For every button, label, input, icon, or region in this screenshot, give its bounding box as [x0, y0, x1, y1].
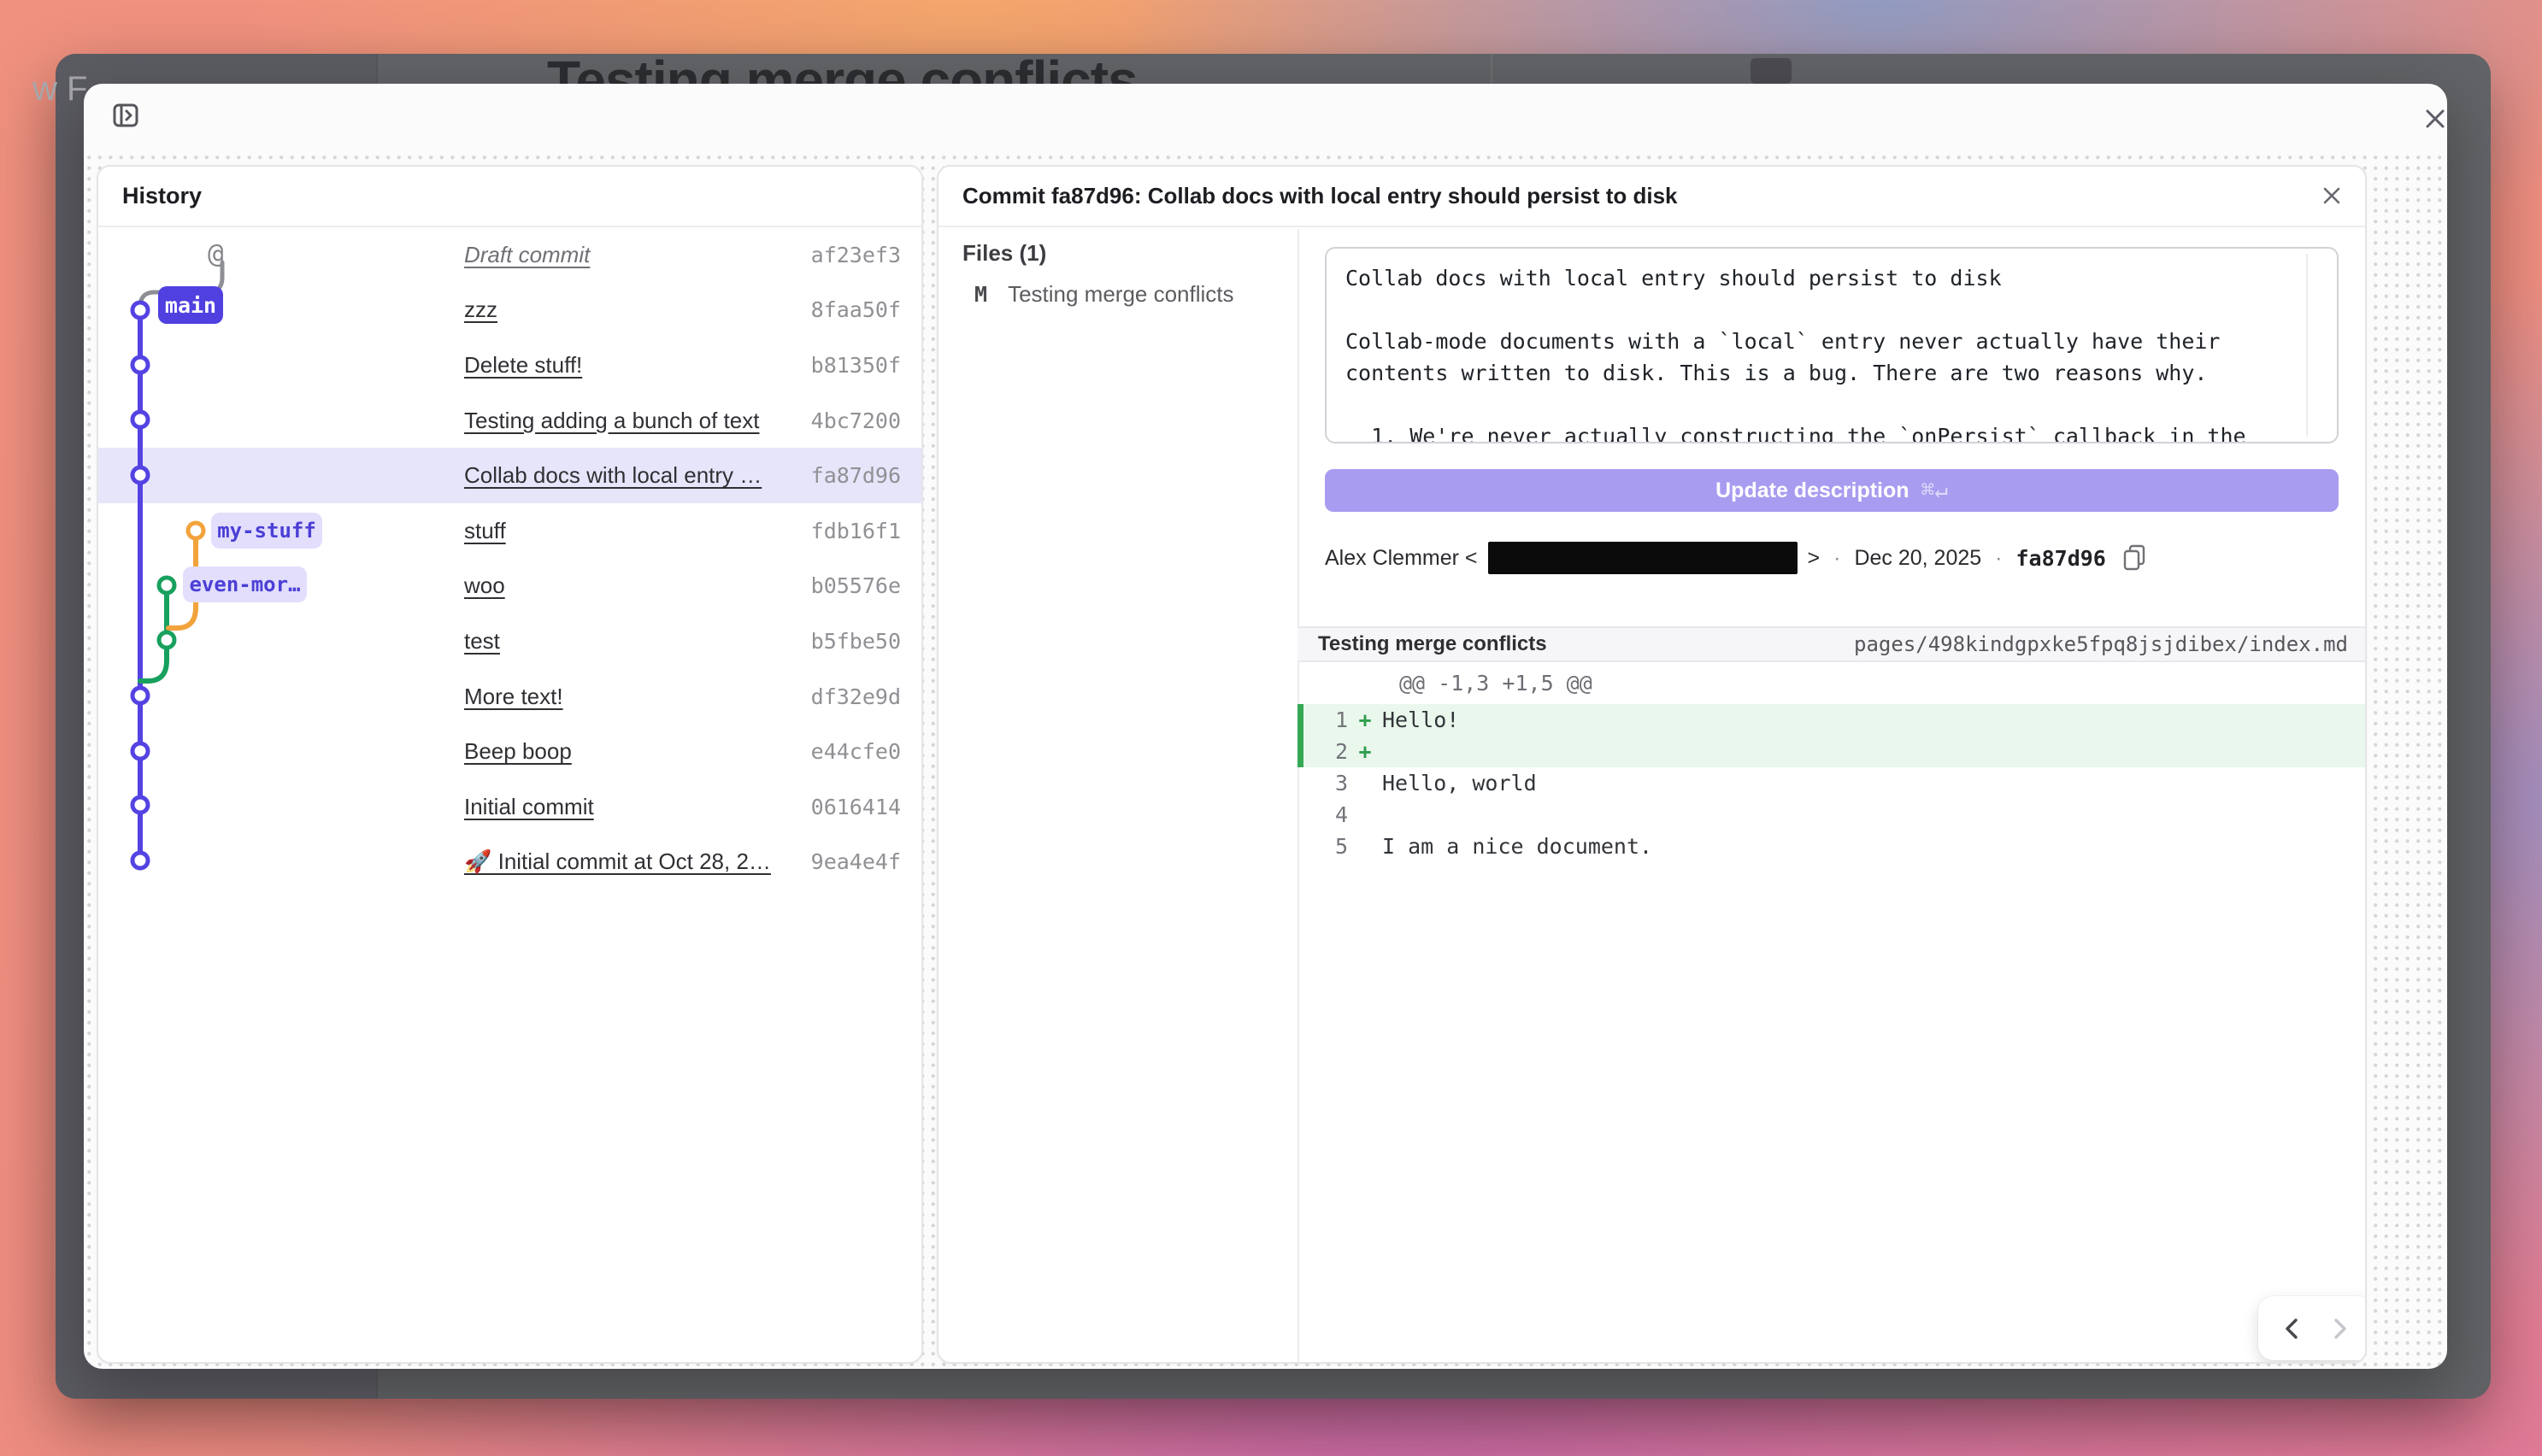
diff-line: 4: [1297, 799, 2367, 831]
line-number: 5: [1303, 834, 1348, 859]
chevron-right-icon: [2329, 1316, 2351, 1342]
commit-title-link[interactable]: Delete stuff!: [464, 352, 794, 379]
sidebar-expand-icon: [112, 102, 139, 129]
commit-hash: 8faa50f: [811, 297, 901, 322]
line-text: I am a nice document.: [1382, 834, 1652, 859]
history-modal: History Draft commit af23ef3 zzz 8faa50f…: [84, 84, 2447, 1369]
commit-row[interactable]: test b5fbe50: [98, 614, 921, 669]
diff-hunk-header: @@ -1,3 +1,5 @@: [1297, 662, 2367, 704]
commit-row-selected[interactable]: Collab docs with local entry … fa87d96: [98, 448, 921, 503]
diff-line: 3 Hello, world: [1297, 767, 2367, 799]
next-commit-button-disabled[interactable]: [2321, 1310, 2359, 1347]
commit-row[interactable]: Beep boop e44cfe0: [98, 724, 921, 779]
textarea-scrollbar[interactable]: [2306, 254, 2308, 437]
history-panel-title: History: [98, 167, 921, 227]
added-sign: +: [1348, 739, 1382, 764]
previous-commit-button[interactable]: [2273, 1310, 2310, 1347]
line-number: 4: [1303, 802, 1348, 827]
commit-hash: e44cfe0: [811, 739, 901, 764]
file-name: Testing merge conflicts: [1008, 281, 1233, 308]
app-toolbar-item: [1751, 58, 1792, 84]
commit-title-link[interactable]: Initial commit: [464, 794, 794, 820]
file-status-modified: M: [974, 282, 987, 307]
keyboard-shortcut-hint: ⌘↵: [1921, 478, 1948, 503]
commit-hash: 4bc7200: [811, 408, 901, 433]
copy-icon: [2121, 543, 2147, 572]
commit-title-link[interactable]: Draft commit: [464, 242, 794, 268]
commit-row[interactable]: Testing adding a bunch of text 4bc7200: [98, 393, 921, 449]
commit-title-link[interactable]: woo: [464, 572, 794, 599]
chevron-left-icon: [2280, 1316, 2303, 1342]
diff-line-added: 2 +: [1297, 736, 2367, 767]
commit-row[interactable]: More text! df32e9d: [98, 669, 921, 725]
detail-close-button[interactable]: [2316, 180, 2347, 211]
commit-list: Draft commit af23ef3 zzz 8faa50f Delete …: [98, 227, 921, 889]
app-toolbar-divider: [1491, 54, 1492, 88]
commit-date: Dec 20, 2025: [1854, 546, 1981, 571]
commit-title-link[interactable]: stuff: [464, 518, 794, 544]
commit-row[interactable]: Delete stuff! b81350f: [98, 338, 921, 393]
commit-hash: b81350f: [811, 353, 901, 378]
modal-close-button[interactable]: [2419, 103, 2451, 135]
line-number: 2: [1303, 739, 1348, 764]
commit-hash: 9ea4e4f: [811, 849, 901, 874]
redacted-email: [1488, 542, 1798, 574]
diff-file-path: pages/498kindgpxke5fpq8jsjdibex/index.md: [1854, 632, 2348, 656]
commit-title-link[interactable]: test: [464, 628, 794, 655]
commit-description-textarea[interactable]: Collab docs with local entry should pers…: [1325, 247, 2339, 443]
commit-detail-panel: Commit fa87d96: Collab docs with local e…: [937, 165, 2367, 1364]
commit-hash: fa87d96: [811, 463, 901, 488]
diff-file-header: Testing merge conflicts pages/498kindgpx…: [1297, 626, 2367, 662]
close-icon: [2423, 107, 2447, 131]
commit-hash: af23ef3: [811, 243, 901, 267]
commit-row[interactable]: 🚀 Initial commit at Oct 28, 2… 9ea4e4f: [98, 835, 921, 890]
copy-hash-button[interactable]: [2121, 543, 2147, 572]
files-section-label: Files (1): [962, 240, 1046, 267]
commit-title-link[interactable]: Collab docs with local entry …: [464, 462, 794, 489]
line-number: 1: [1303, 707, 1348, 732]
diff-file-title: Testing merge conflicts: [1318, 632, 1547, 656]
commit-short-hash: fa87d96: [2016, 546, 2106, 571]
branch-label-even-more[interactable]: even-mor…: [183, 567, 307, 602]
commit-title-link[interactable]: More text!: [464, 684, 794, 710]
line-number: 3: [1303, 771, 1348, 796]
commit-title-link[interactable]: zzz: [464, 296, 794, 323]
branch-label-main[interactable]: main: [158, 286, 223, 324]
close-icon: [2321, 185, 2342, 206]
line-text: Hello!: [1382, 707, 1459, 732]
commit-description-text: Collab docs with local entry should pers…: [1345, 262, 2296, 443]
author-name: Alex Clemmer <: [1325, 546, 1478, 571]
commit-author-row: Alex Clemmer < > · Dec 20, 2025 · fa87d9…: [1325, 541, 2147, 575]
update-description-button[interactable]: Update description ⌘↵: [1325, 469, 2339, 512]
head-indicator: @: [208, 238, 224, 269]
commit-row[interactable]: Initial commit 0616414: [98, 779, 921, 835]
commit-hash: 0616414: [811, 795, 901, 819]
commit-hash: b05576e: [811, 573, 901, 598]
dot-separator: ·: [1992, 546, 2005, 571]
added-sign: +: [1348, 707, 1382, 732]
author-email-close: >: [1808, 546, 1821, 571]
diff-view: @@ -1,3 +1,5 @@ 1 + Hello! 2 + 3 Hello, …: [1297, 662, 2367, 862]
commit-hash: b5fbe50: [811, 629, 901, 654]
commit-hash: fdb16f1: [811, 519, 901, 543]
sidebar-toggle-icon[interactable]: [109, 99, 142, 132]
line-text: Hello, world: [1382, 771, 1537, 796]
commit-title-link[interactable]: Beep boop: [464, 738, 794, 765]
branch-label-my-stuff[interactable]: my-stuff: [211, 513, 322, 549]
diff-line: 5 I am a nice document.: [1297, 831, 2367, 862]
background-text-fragment: w F: [32, 70, 87, 109]
diff-line-added: 1 + Hello!: [1297, 704, 2367, 736]
dot-separator: ·: [1830, 546, 1844, 571]
file-list-item[interactable]: M Testing merge conflicts: [974, 281, 1234, 308]
history-panel: History Draft commit af23ef3 zzz 8faa50f…: [97, 165, 923, 1364]
update-description-label: Update description: [1715, 478, 1909, 503]
commit-hash: df32e9d: [811, 684, 901, 709]
commit-title-link[interactable]: Testing adding a bunch of text: [464, 408, 794, 434]
commit-detail-title: Commit fa87d96: Collab docs with local e…: [939, 167, 2365, 227]
commit-pager: [2258, 1296, 2367, 1360]
commit-title-link[interactable]: 🚀 Initial commit at Oct 28, 2…: [464, 848, 794, 875]
